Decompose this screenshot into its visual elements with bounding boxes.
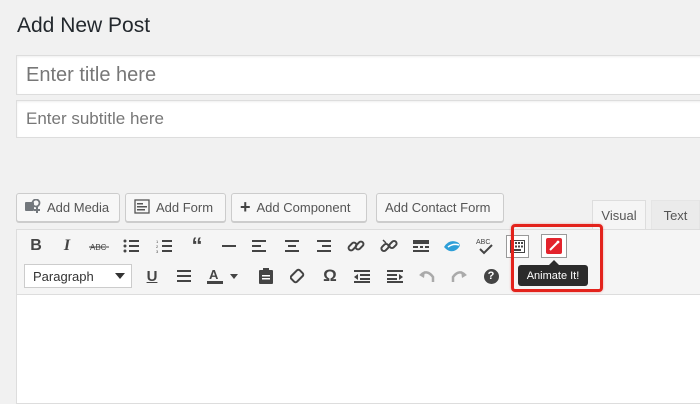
format-select-value: Paragraph [33, 268, 94, 284]
post-title-input[interactable] [16, 55, 700, 95]
format-select[interactable]: Paragraph [24, 264, 132, 288]
align-center-icon[interactable] [281, 235, 303, 257]
indent-icon[interactable] [384, 265, 406, 287]
plus-icon: + [240, 197, 251, 217]
svg-text:A: A [209, 267, 219, 282]
justify-icon[interactable] [173, 265, 195, 287]
page-title: Add New Post [17, 14, 151, 37]
media-icon [25, 198, 41, 217]
link-icon[interactable] [345, 235, 367, 257]
align-right-icon[interactable] [313, 235, 335, 257]
paste-text-icon[interactable] [255, 265, 277, 287]
add-form-label: Add Form [156, 200, 214, 215]
add-component-label: Add Component [256, 200, 351, 215]
add-contact-form-label: Add Contact Form [385, 200, 491, 215]
spellcheck-icon[interactable]: ABC [474, 235, 496, 257]
special-character-icon[interactable]: Ω [319, 265, 341, 287]
tab-text[interactable]: Text [651, 200, 700, 229]
text-color-dropdown-icon[interactable] [228, 265, 240, 287]
add-media-label: Add Media [47, 200, 110, 215]
underline-icon[interactable]: U [141, 265, 163, 287]
add-contact-form-button[interactable]: Add Contact Form [376, 193, 504, 222]
highlight-box [511, 224, 603, 292]
add-form-button[interactable]: Add Form [125, 193, 226, 222]
align-left-icon[interactable] [248, 235, 270, 257]
help-icon[interactable]: ? [480, 265, 502, 287]
swirl-icon[interactable] [442, 235, 464, 257]
redo-icon[interactable] [448, 265, 470, 287]
read-more-icon[interactable] [410, 235, 432, 257]
text-color-icon[interactable]: A [204, 265, 226, 287]
form-icon [134, 198, 150, 217]
chevron-down-icon [115, 273, 125, 279]
editor-content-area[interactable] [16, 294, 700, 404]
svg-text:3: 3 [156, 249, 159, 253]
svg-text:ABC: ABC [476, 239, 490, 246]
unlink-icon[interactable] [378, 235, 400, 257]
outdent-icon[interactable] [351, 265, 373, 287]
add-component-button[interactable]: + Add Component [231, 193, 367, 222]
italic-icon[interactable]: I [56, 235, 78, 257]
clear-formatting-icon[interactable] [287, 265, 309, 287]
undo-icon[interactable] [416, 265, 438, 287]
strikethrough-icon[interactable]: ABC [88, 235, 110, 257]
blockquote-icon[interactable]: “ [186, 233, 208, 258]
numbered-list-icon[interactable]: 123 [153, 235, 175, 257]
bold-icon[interactable]: B [25, 235, 47, 257]
add-media-button[interactable]: Add Media [16, 193, 120, 222]
post-subtitle-input[interactable] [16, 100, 700, 138]
bullet-list-icon[interactable] [120, 235, 142, 257]
horizontal-line-icon[interactable] [218, 235, 240, 257]
